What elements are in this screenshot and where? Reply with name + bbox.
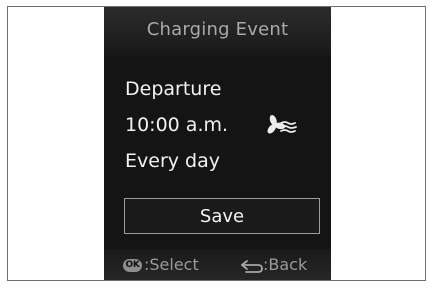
back-hint-label: :Back <box>263 255 308 274</box>
repeat-schedule: Every day <box>125 150 220 172</box>
save-button-label: Save <box>199 205 245 227</box>
event-label: Departure <box>125 78 222 100</box>
display-screen: Charging Event Departure 10:00 a.m. Ever… <box>104 7 331 280</box>
page-title: Charging Event <box>146 19 289 40</box>
fan-airflow-icon <box>267 115 297 134</box>
departure-time: 10:00 a.m. <box>125 114 229 136</box>
return-arrow-icon <box>241 260 263 273</box>
ok-button-icon: OK <box>123 259 142 272</box>
select-hint-label: :Select <box>144 255 199 274</box>
title-bar: Charging Event <box>104 7 331 57</box>
footer-hint-bar: OK :Select :Back <box>104 249 331 280</box>
save-button[interactable]: Save <box>124 198 320 234</box>
